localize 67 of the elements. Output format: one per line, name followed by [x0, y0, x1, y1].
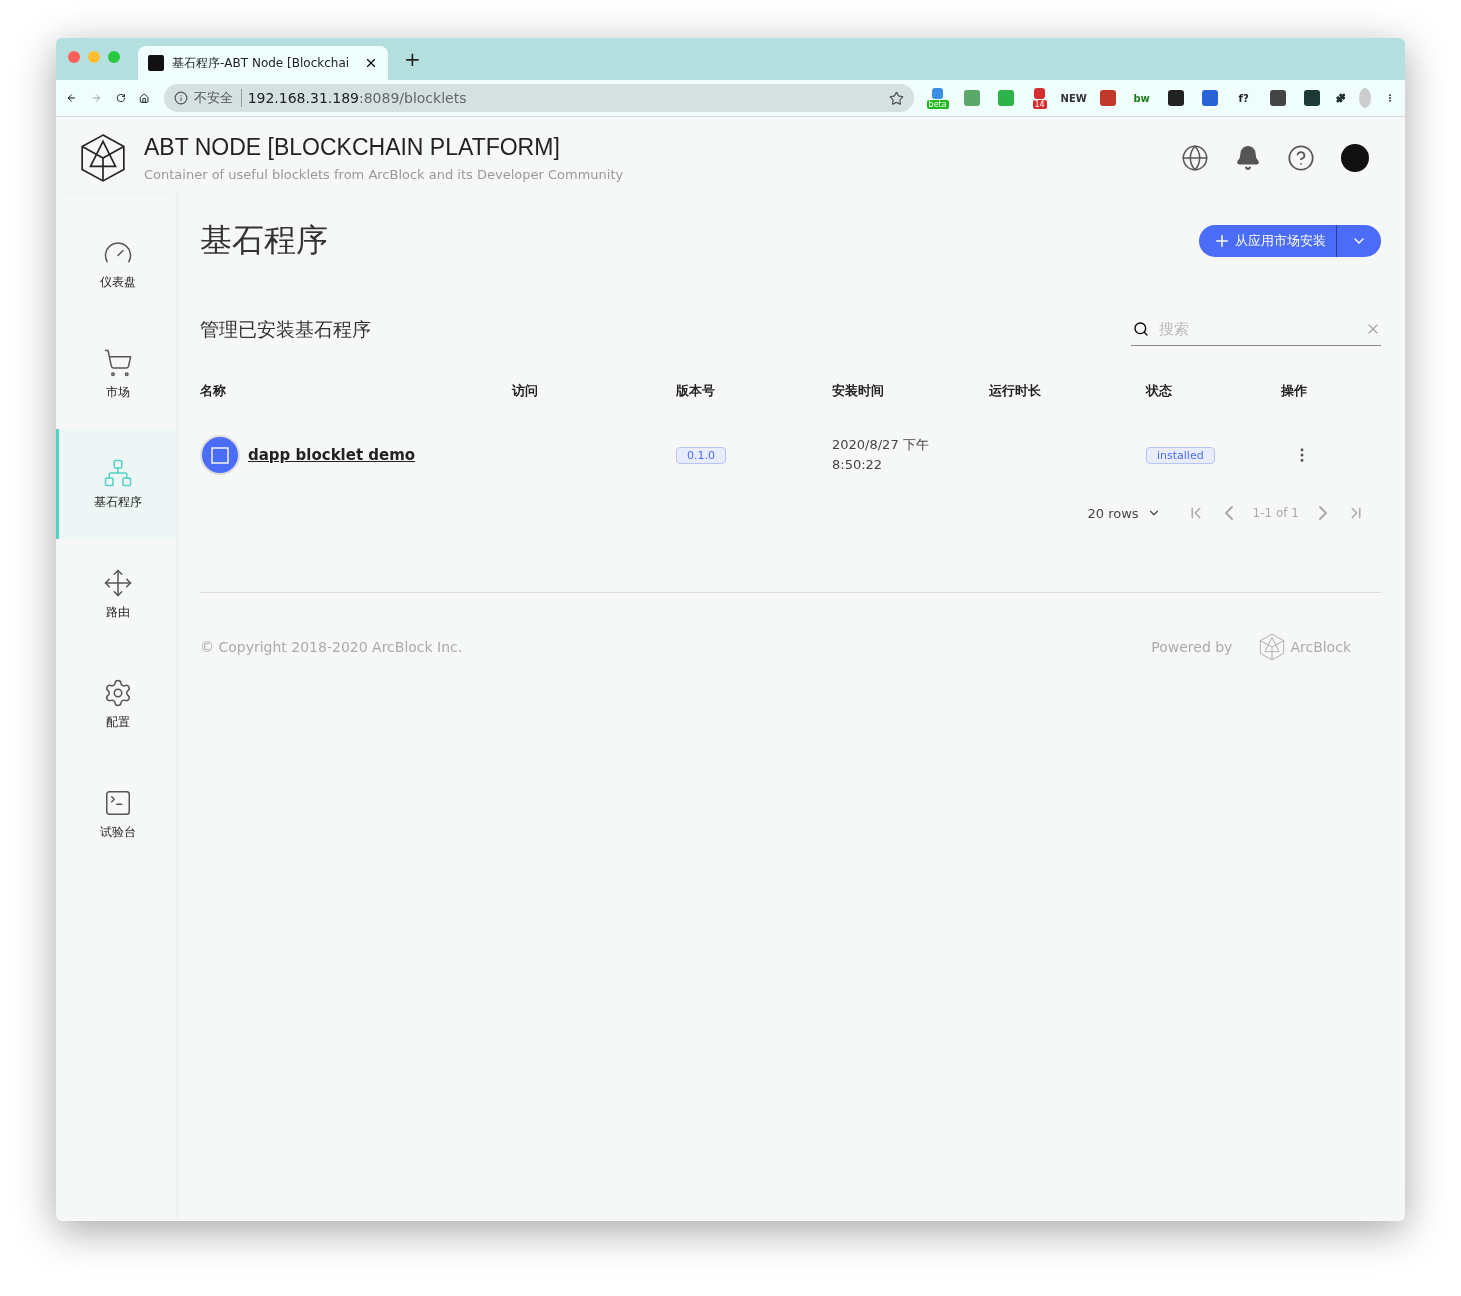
status-tag: installed [1146, 446, 1215, 464]
sidebar-item[interactable]: 仪表盘 [56, 209, 176, 319]
logo-icon [78, 133, 128, 183]
column-header: 状态 [1146, 382, 1173, 400]
page-title: 基石程序 [200, 220, 328, 261]
powered-by-text: Powered by [1151, 639, 1233, 655]
tab-title: 基石程序-ABT Node [Blockchai [172, 54, 351, 72]
extension-icon[interactable] [1303, 90, 1320, 106]
app-title: ABT NODE [BLOCKCHAIN PLATFORM] [144, 134, 561, 161]
search-icon [1133, 321, 1149, 337]
extension-icon[interactable] [1167, 90, 1184, 106]
blocklet-avatar [200, 435, 240, 475]
plus-icon [1213, 232, 1231, 250]
column-header: 运行时长 [989, 382, 1042, 400]
column-header: 安装时间 [832, 382, 885, 400]
copyright-text: © Copyright 2018-2020 ArcBlock Inc. [200, 639, 463, 655]
sidebar-label: 基石程序 [93, 493, 142, 511]
url-host: 192.168.31.189 [247, 90, 359, 106]
app-subtitle: Container of useful blocklets from ArcBlock and its Developer Community [144, 167, 625, 182]
sidebar-item[interactable]: 配置 [56, 649, 176, 759]
help-icon[interactable] [1287, 144, 1315, 172]
page-range: 1-1 of 1 [1252, 506, 1299, 520]
favicon-icon [148, 55, 164, 71]
address-bar[interactable]: 不安全 192.168.31.189:8089/blocklets [163, 84, 914, 112]
install-time: 2020/8/27 下午 8:50:22 [832, 436, 930, 474]
sidebar-label: 配置 [105, 713, 130, 731]
extension-icon[interactable] [1269, 90, 1286, 106]
extension-icon[interactable]: bw [1133, 92, 1150, 104]
column-header: 操作 [1281, 382, 1308, 400]
extension-badge: 14 [1032, 99, 1047, 109]
account-avatar[interactable] [1341, 144, 1369, 172]
sidebar-item[interactable]: 试验台 [56, 759, 176, 869]
sidebar-label: 试验台 [99, 823, 136, 841]
extension-icon[interactable]: NEW [1060, 92, 1087, 104]
info-icon [173, 91, 188, 105]
rows-per-page-select[interactable]: 20 rows [1081, 504, 1167, 522]
sidebar-item[interactable]: 基石程序 [56, 429, 176, 539]
chevron-left-icon [1224, 506, 1233, 520]
browser-tab[interactable]: 基石程序-ABT Node [Blockchai [138, 46, 388, 80]
sidebar-label: 仪表盘 [99, 273, 136, 291]
column-header: 版本号 [676, 382, 716, 400]
brand-name: ArcBlock [1290, 639, 1351, 655]
sidebar-label: 市场 [105, 383, 130, 401]
sidebar-label: 路由 [105, 603, 130, 621]
globe-icon[interactable] [1181, 144, 1209, 172]
close-icon[interactable] [364, 56, 378, 70]
cart-icon [102, 347, 133, 378]
url-path: :8089/blocklets [358, 90, 467, 106]
new-tab-button[interactable]: + [404, 47, 421, 71]
bell-icon[interactable] [1235, 145, 1261, 171]
arrows-icon [102, 567, 133, 598]
search-field[interactable]: 搜索 [1157, 319, 1357, 339]
bookmark-star-icon[interactable] [888, 90, 904, 106]
extension-badge: beta [926, 99, 949, 109]
column-header: 名称 [200, 382, 227, 400]
section-title: 管理已安装基石程序 [200, 316, 371, 342]
extensions-icon[interactable] [1335, 90, 1346, 106]
blocklet-link[interactable]: dapp blocklet demo [248, 446, 416, 464]
brand-logo-icon [1258, 633, 1287, 661]
blocks-icon [102, 457, 133, 488]
version-tag: 0.1.0 [676, 446, 726, 464]
security-label: 不安全 [193, 89, 242, 107]
extension-icon[interactable]: f? [1238, 92, 1249, 104]
chevron-right-icon [1319, 506, 1327, 520]
column-header: 访问 [512, 382, 539, 400]
sidebar-item[interactable]: 路由 [56, 539, 176, 649]
sidebar-item[interactable]: 市场 [56, 319, 176, 429]
